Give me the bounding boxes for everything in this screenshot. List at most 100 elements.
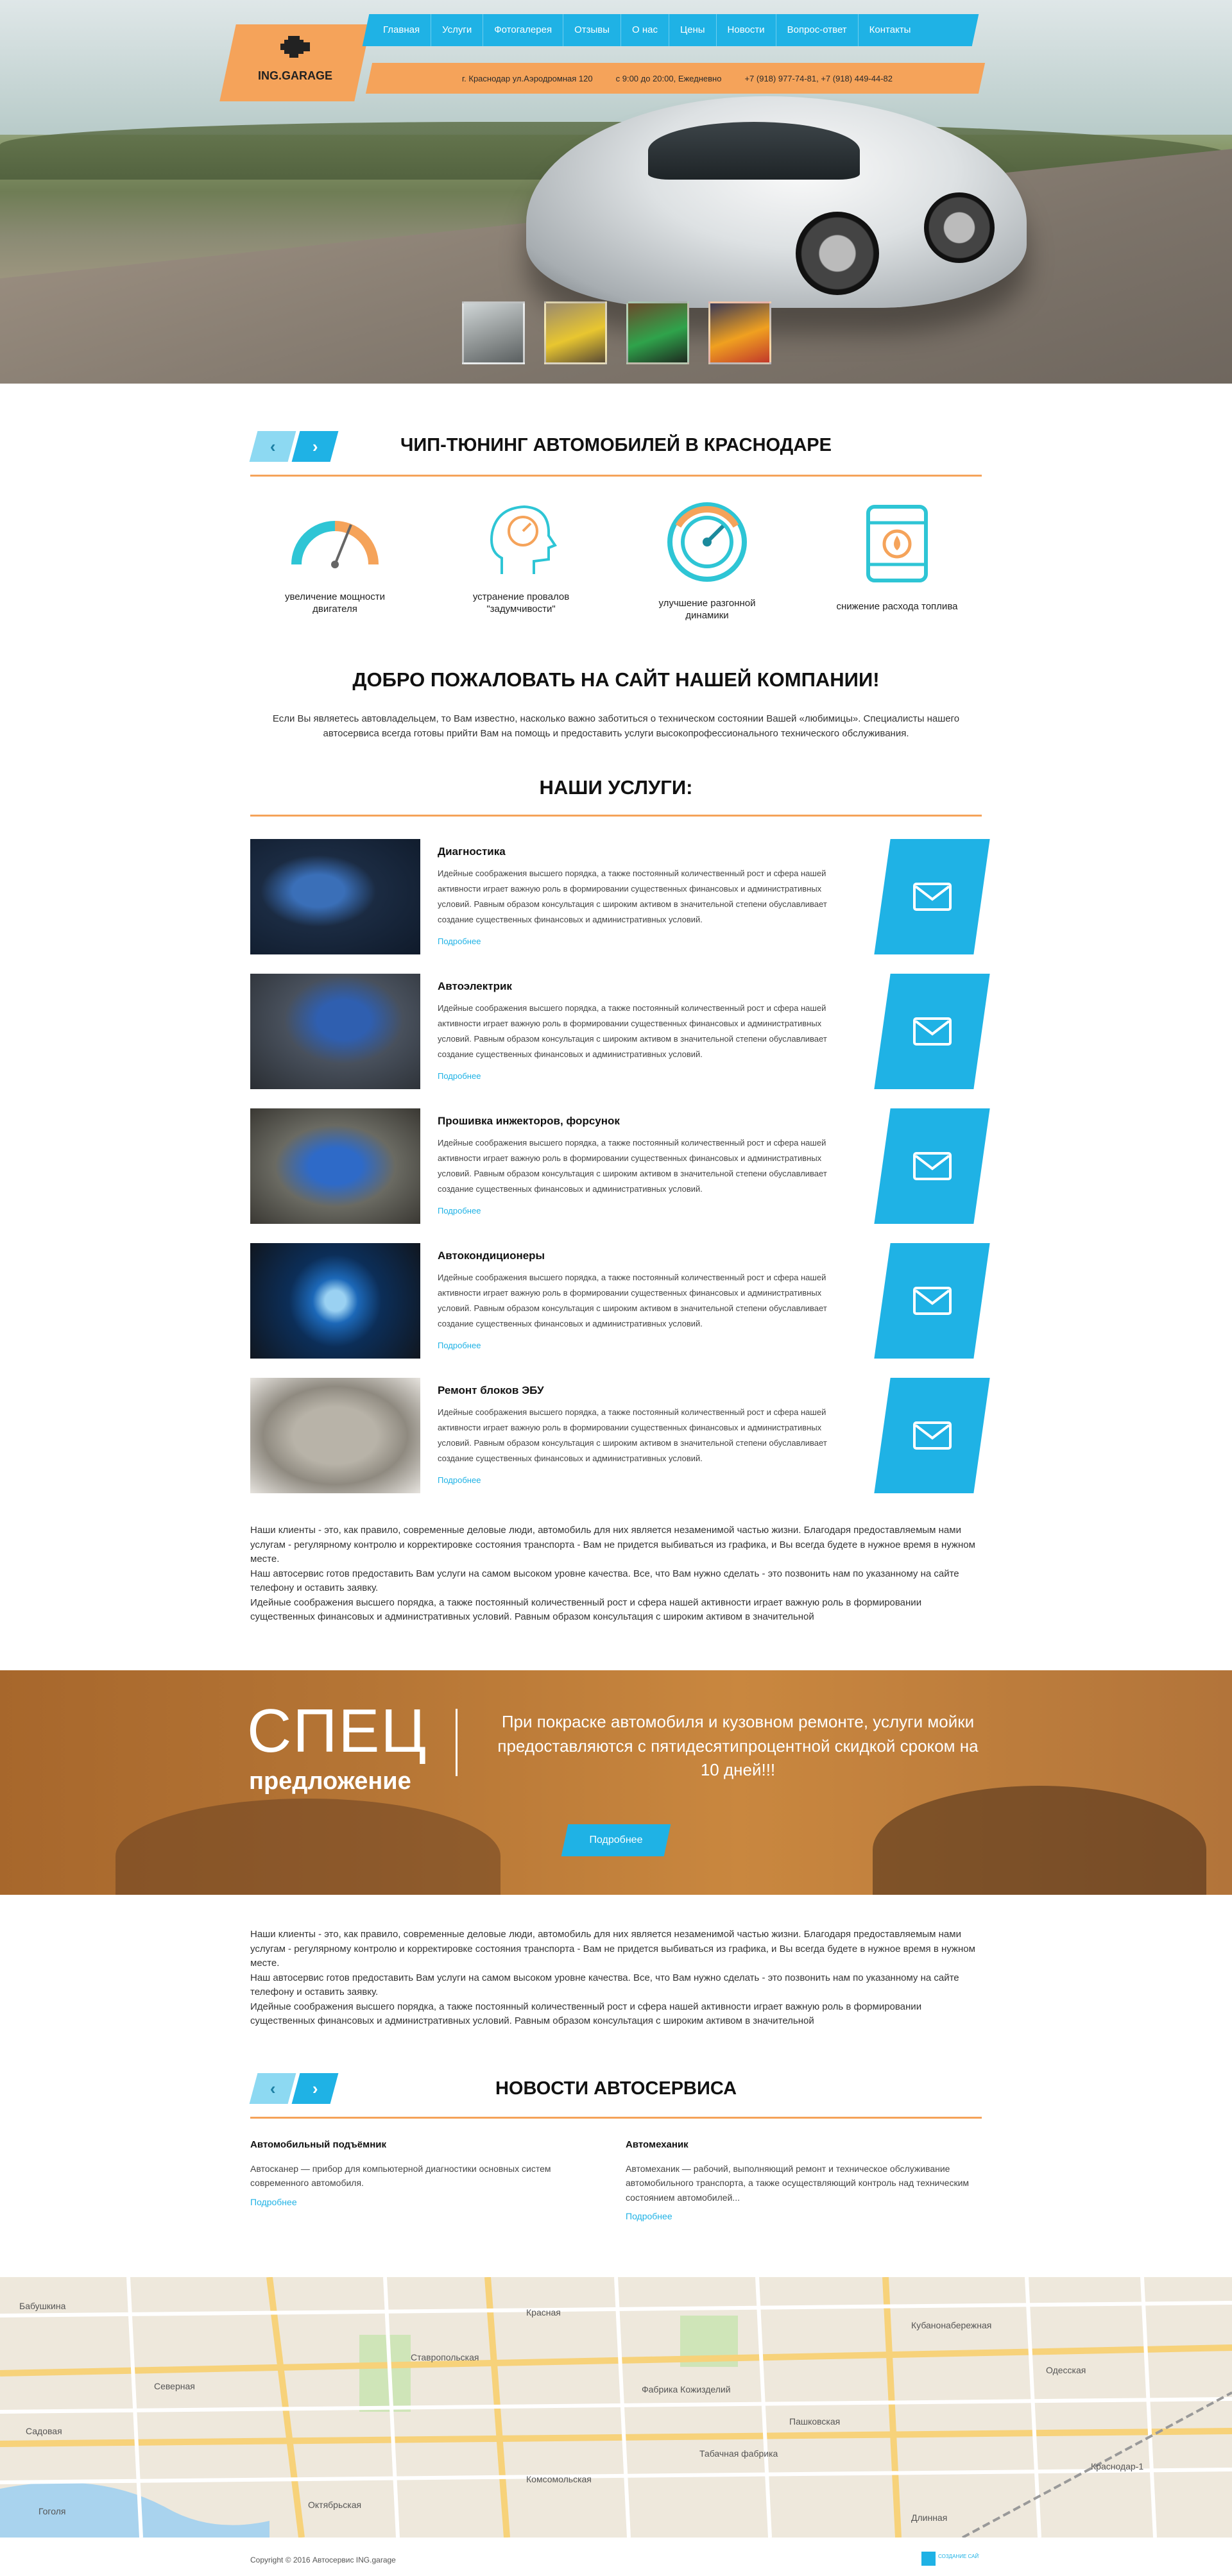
hero-thumbnail[interactable] (626, 301, 689, 364)
nav-item-contacts[interactable]: Контакты (859, 14, 922, 46)
service-email-button[interactable] (874, 974, 990, 1089)
map-label: Октябрьская (308, 2500, 361, 2510)
main-nav: Главная Услуги Фотогалерея Отзывы О нас … (372, 14, 921, 46)
service-title[interactable]: Ремонт блоков ЭБУ (438, 1384, 544, 1397)
developer-logo-text: СОЗДАНИЕ САЙТА (938, 2554, 979, 2559)
map-label: Длинная (911, 2512, 947, 2523)
special-offer-banner: СПЕЦ предложение При покраске автомобиля… (0, 1670, 1232, 1895)
feature-item: снижение расхода топлива (826, 500, 968, 613)
promo-divider (456, 1709, 458, 1776)
envelope-icon (912, 883, 952, 911)
divider-line (250, 2117, 982, 2119)
service-title[interactable]: Автокондиционеры (438, 1250, 545, 1262)
map-label: Гоголя (38, 2506, 65, 2516)
address-text: г. Краснодар ул.Аэродромная 120 (462, 73, 593, 83)
promo-subtitle: предложение (249, 1768, 411, 1795)
developer-logo[interactable]: СОЗДАНИЕ САЙТА (921, 2549, 986, 2568)
hero-thumbnail[interactable] (708, 301, 771, 364)
nav-item-services[interactable]: Услуги (431, 14, 484, 46)
developer-logo-icon: СОЗДАНИЕ САЙТА (921, 2552, 986, 2566)
hero-thumbnail[interactable] (462, 301, 525, 364)
service-email-button[interactable] (874, 839, 990, 954)
map-label: Бабушкина (19, 2301, 66, 2311)
clients-text: Наши клиенты - это, как правило, совреме… (250, 1525, 975, 1622)
speedometer-icon (291, 521, 379, 568)
copyright-text: Copyright © 2016 Автосервис ING.garage (250, 2555, 396, 2564)
nav-item-reviews[interactable]: Отзывы (563, 14, 622, 46)
map-label: Краснодар-1 (1091, 2461, 1143, 2471)
nav-item-home[interactable]: Главная (372, 14, 432, 46)
divider-line (250, 475, 982, 477)
service-more-link[interactable]: Подробнее (438, 1206, 481, 1216)
map-label: Табачная фабрика (699, 2448, 778, 2459)
service-image (250, 974, 420, 1089)
service-email-button[interactable] (874, 1378, 990, 1493)
hours-text: с 9:00 до 20:00, Ежедневно (615, 73, 722, 83)
map-label: Ставропольская (411, 2352, 479, 2362)
hero-car-wheel (796, 212, 879, 295)
service-item: Прошивка инжекторов, форсунок Идейные со… (250, 1108, 990, 1224)
welcome-text: Если Вы являетесь автовладельцем, то Вам… (272, 713, 960, 739)
service-more-link[interactable]: Подробнее (438, 1341, 481, 1350)
envelope-icon (912, 1287, 952, 1315)
news-item-text: Автосканер — прибор для компьютерной диа… (250, 2164, 551, 2189)
nav-item-faq[interactable]: Вопрос-ответ (776, 14, 859, 46)
map-label: Красная (526, 2307, 561, 2318)
news-item-title[interactable]: Автомобильный подъёмник (250, 2139, 610, 2150)
promo-car-silhouette (873, 1786, 1206, 1895)
service-text: Идейные соображения высшего порядка, а т… (438, 869, 827, 925)
nav-item-prices[interactable]: Цены (669, 14, 717, 46)
news-item: Автомобильный подъёмник Автосканер — при… (250, 2139, 610, 2207)
news-item-text: Автомеханик — рабочий, выполняющий ремон… (626, 2164, 970, 2203)
service-item: Автоэлектрик Идейные соображения высшего… (250, 974, 990, 1089)
service-title[interactable]: Диагностика (438, 845, 506, 858)
map-graphic: Бабушкина Северная Садовая Фабрика Кожиз… (0, 2277, 1232, 2538)
service-image (250, 839, 420, 954)
news-item-title[interactable]: Автомеханик (626, 2139, 985, 2150)
feature-item: увеличение мощности двигателя (264, 500, 406, 616)
envelope-icon (912, 1017, 952, 1046)
phones-text[interactable]: +7 (918) 977-74-81, +7 (918) 449-44-82 (744, 74, 893, 83)
news-more-link[interactable]: Подробнее (626, 2211, 985, 2221)
service-more-link[interactable]: Подробнее (438, 1475, 481, 1485)
service-email-button[interactable] (874, 1243, 990, 1359)
promo-title: СПЕЦ (247, 1697, 428, 1765)
promo-more-button[interactable]: Подробнее (565, 1824, 667, 1856)
clients-text-repeat: Наши клиенты - это, как правило, совреме… (250, 1929, 975, 2026)
service-item: Диагностика Идейные соображения высшего … (250, 839, 990, 954)
dial-icon (667, 502, 747, 582)
service-more-link[interactable]: Подробнее (438, 1071, 481, 1081)
site-logo[interactable]: ING.GARAGE (244, 24, 346, 101)
fuel-canister-icon (866, 505, 928, 582)
nav-item-news[interactable]: Новости (717, 14, 776, 46)
hero-thumbnail[interactable] (544, 301, 607, 364)
envelope-icon (912, 1152, 952, 1180)
service-title[interactable]: Автоэлектрик (438, 980, 512, 993)
service-image (250, 1108, 420, 1224)
feature-item: устранение провалов "задумчивости" (450, 500, 592, 616)
map-label: Пашковская (789, 2416, 840, 2427)
news-title: НОВОСТИ АВТОСЕРВИСА (495, 2078, 737, 2099)
tuning-title: ЧИП-ТЮНИНГ АВТОМОБИЛЕЙ В КРАСНОДАРЕ (400, 435, 832, 455)
service-item: Ремонт блоков ЭБУ Идейные соображения вы… (250, 1378, 990, 1493)
location-map[interactable]: Бабушкина Северная Садовая Фабрика Кожиз… (0, 2277, 1232, 2538)
service-item: Автокондиционеры Идейные соображения выс… (250, 1243, 990, 1359)
map-label: Одесская (1046, 2365, 1086, 2375)
feature-label: увеличение мощности двигателя (285, 591, 385, 614)
news-more-link[interactable]: Подробнее (250, 2197, 610, 2207)
map-label: Фабрика Кожизделий (642, 2384, 731, 2394)
service-text: Идейные соображения высшего порядка, а т… (438, 1407, 827, 1464)
service-email-button[interactable] (874, 1108, 990, 1224)
nav-item-about[interactable]: О нас (621, 14, 670, 46)
nav-item-gallery[interactable]: Фотогалерея (483, 14, 564, 46)
service-more-link[interactable]: Подробнее (438, 936, 481, 946)
promo-text: При покраске автомобиля и кузовном ремон… (497, 1712, 979, 1780)
feature-item: улучшение разгонной динамики (637, 500, 778, 622)
feature-label: улучшение разгонной динамики (658, 598, 756, 621)
promo-car-silhouette (116, 1799, 501, 1895)
engine-icon (280, 36, 310, 58)
hero-thumbnails (462, 301, 771, 364)
map-label: Северная (154, 2381, 195, 2391)
service-title[interactable]: Прошивка инжекторов, форсунок (438, 1115, 620, 1128)
welcome-title: ДОБРО ПОЖАЛОВАТЬ НА САЙТ НАШЕЙ КОМПАНИИ! (352, 668, 880, 691)
